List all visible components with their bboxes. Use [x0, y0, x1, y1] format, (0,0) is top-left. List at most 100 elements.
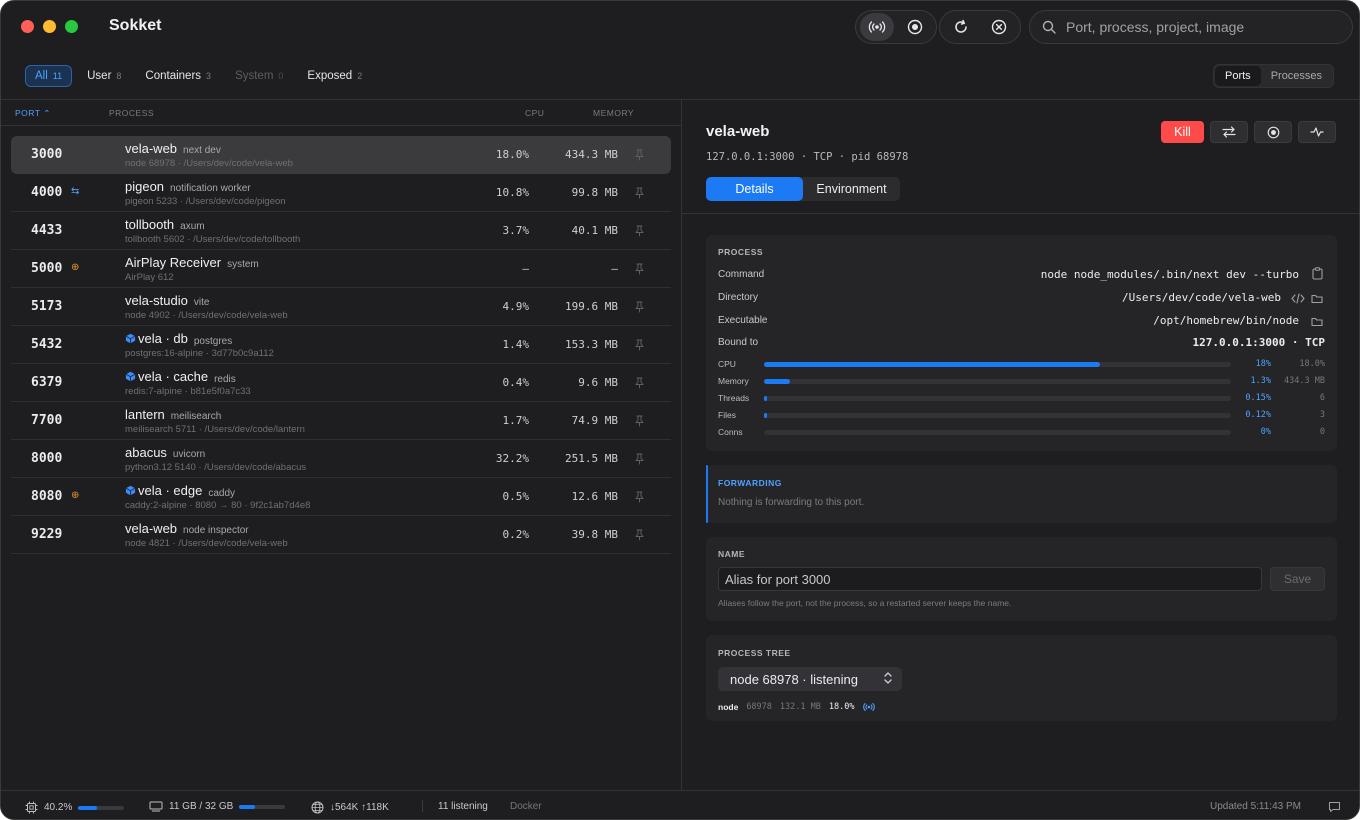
metric-bar-fill — [764, 396, 767, 401]
filter-user[interactable]: User 8 — [78, 65, 130, 87]
cpu-value: 1.4% — [502, 338, 530, 351]
pin-icon — [635, 415, 644, 427]
pin-button[interactable] — [635, 452, 644, 470]
pin-button[interactable] — [635, 490, 644, 508]
close-window-button[interactable] — [21, 20, 34, 33]
filter-exposed[interactable]: Exposed 2 — [298, 65, 371, 87]
cpu-value: 1.7% — [502, 414, 530, 427]
forwarding-icon: ⇆ — [71, 186, 80, 197]
metric-label: Conns — [718, 427, 743, 437]
activity-button[interactable] — [1298, 121, 1336, 143]
table-row[interactable]: 8080 ⊕ vela · edge caddy caddy:2-alpine · 80… — [11, 478, 671, 516]
process-name: vela-web node inspector — [125, 521, 249, 536]
feedback-button[interactable] — [1328, 801, 1341, 813]
memory-value: 99.8 MB — [571, 186, 618, 199]
pin-button[interactable] — [635, 224, 644, 242]
memory-value: 39.8 MB — [571, 528, 618, 541]
table-row[interactable]: 5000 ⊕ AirPlay Receiver system AirPlay 612 — — — [11, 250, 671, 288]
search-input[interactable] — [1066, 19, 1336, 35]
forward-button[interactable] — [1210, 121, 1248, 143]
metric-label: Threads — [718, 393, 750, 403]
table-row[interactable]: 5173 vela-studio vite node 4902 · /Users/de… — [11, 288, 671, 326]
filter-all[interactable]: All 11 — [25, 65, 73, 87]
docker-status[interactable]: Docker — [510, 801, 542, 812]
process-label: vela · db — [138, 331, 188, 346]
copy-button[interactable] — [1312, 267, 1323, 285]
metric-bar — [764, 413, 1231, 418]
clear-button[interactable] — [982, 13, 1016, 41]
column-memory[interactable]: MEMORY — [593, 108, 634, 118]
table-row[interactable]: 4433 tollbooth axum tollbooth 5602 · /Users… — [11, 212, 671, 250]
reveal-folder-button[interactable] — [1311, 291, 1323, 309]
process-name: AirPlay Receiver system — [125, 255, 259, 270]
filter-label: All — [35, 70, 48, 82]
name-card: NAME Save Aliases follow the port, not t… — [706, 537, 1337, 621]
column-process[interactable]: PROCESS — [109, 108, 154, 118]
filter-containers[interactable]: Containers 3 — [136, 65, 220, 87]
port-number: 5173 — [31, 299, 63, 314]
pin-button[interactable] — [635, 262, 644, 280]
view-processes[interactable]: Processes — [1261, 66, 1332, 86]
process-label: vela-web — [125, 141, 178, 156]
node-cpu: 18.0% — [828, 702, 855, 712]
pin-button[interactable] — [635, 528, 644, 546]
record-process-button[interactable] — [1254, 121, 1292, 143]
search-box — [1029, 10, 1353, 44]
record-button[interactable] — [898, 13, 932, 41]
memory-icon — [149, 801, 163, 812]
kill-button[interactable]: Kill — [1161, 121, 1204, 143]
process-meta: python3.12 5140 · /Users/dev/code/abacus — [125, 462, 307, 473]
process-tree-node[interactable]: node 68978 132.1 MB 18.0% — [718, 702, 876, 712]
process-meta: caddy:2-alpine · 8080 → 80 · 9f2c1ab7d4e… — [125, 500, 311, 511]
process-tree-select[interactable]: node 68978 · listening — [718, 667, 902, 691]
reveal-executable-button[interactable] — [1311, 314, 1323, 332]
command-label: Command — [718, 269, 765, 280]
open-editor-button[interactable] — [1291, 291, 1305, 309]
port-number: 7700 — [31, 413, 63, 428]
table-row[interactable]: 3000 vela-web next dev node 68978 · /Users/… — [11, 136, 671, 174]
cpu-value: 0.2% — [502, 528, 530, 541]
view-ports[interactable]: Ports — [1215, 66, 1261, 86]
filter-count: 0 — [278, 71, 284, 81]
table-row[interactable]: 5432 vela · db postgres postgres:16-alpine … — [11, 326, 671, 364]
separator — [422, 800, 423, 812]
table-row[interactable]: 4000 ⇆ pigeon notification worker pigeon 523… — [11, 174, 671, 212]
live-monitor-button[interactable] — [860, 13, 894, 41]
minimize-window-button[interactable] — [43, 20, 56, 33]
memory-value: 40.1 MB — [571, 224, 618, 237]
process-meta: tollbooth 5602 · /Users/dev/code/tollboo… — [125, 234, 301, 245]
table-row[interactable]: 8000 abacus uvicorn python3.12 5140 · /User… — [11, 440, 671, 478]
save-button[interactable]: Save — [1270, 567, 1325, 591]
pin-button[interactable] — [635, 376, 644, 394]
alias-input[interactable] — [718, 567, 1262, 591]
column-port[interactable]: PORT ⌃ — [15, 108, 51, 119]
pin-button[interactable] — [635, 414, 644, 432]
zoom-window-button[interactable] — [65, 20, 78, 33]
port-list: PORT ⌃ PROCESS CPU MEMORY 3000 vela-web ne… — [1, 100, 681, 790]
swap-arrows-icon — [1222, 126, 1236, 138]
pin-icon — [635, 491, 644, 503]
table-row[interactable]: 6379 vela · cache redis redis:7-alpine · b8… — [11, 364, 671, 402]
table-row[interactable]: 7700 lantern meilisearch meilisearch 5711 ·… — [11, 402, 671, 440]
table-row[interactable]: 9229 vela-web node inspector node 4821 · /U… — [11, 516, 671, 554]
refresh-button[interactable] — [944, 13, 978, 41]
column-cpu[interactable]: CPU — [525, 108, 544, 118]
bound-label: Bound to — [718, 337, 759, 348]
memory-value: 11 GB / 32 GB — [169, 801, 234, 812]
tab-details[interactable]: Details — [706, 177, 803, 201]
pin-icon — [635, 377, 644, 389]
command-value: node node_modules/.bin/next dev --turbo — [1040, 268, 1299, 281]
filter-system[interactable]: System 0 — [226, 65, 292, 87]
pin-button[interactable] — [635, 186, 644, 204]
titlebar: Sokket — [1, 1, 1359, 53]
process-name: vela · db postgres — [125, 331, 232, 347]
pin-button[interactable] — [635, 300, 644, 318]
cpu-value: 18.0% — [495, 148, 529, 161]
executable-label: Executable — [718, 315, 768, 326]
search-icon — [1042, 20, 1056, 34]
pin-button[interactable] — [635, 338, 644, 356]
directory-value: /Users/dev/code/vela-web — [1122, 291, 1281, 304]
pin-button[interactable] — [635, 148, 644, 166]
tab-environment[interactable]: Environment — [803, 177, 900, 201]
process-meta: node 4821 · /Users/dev/code/vela-web — [125, 538, 288, 549]
